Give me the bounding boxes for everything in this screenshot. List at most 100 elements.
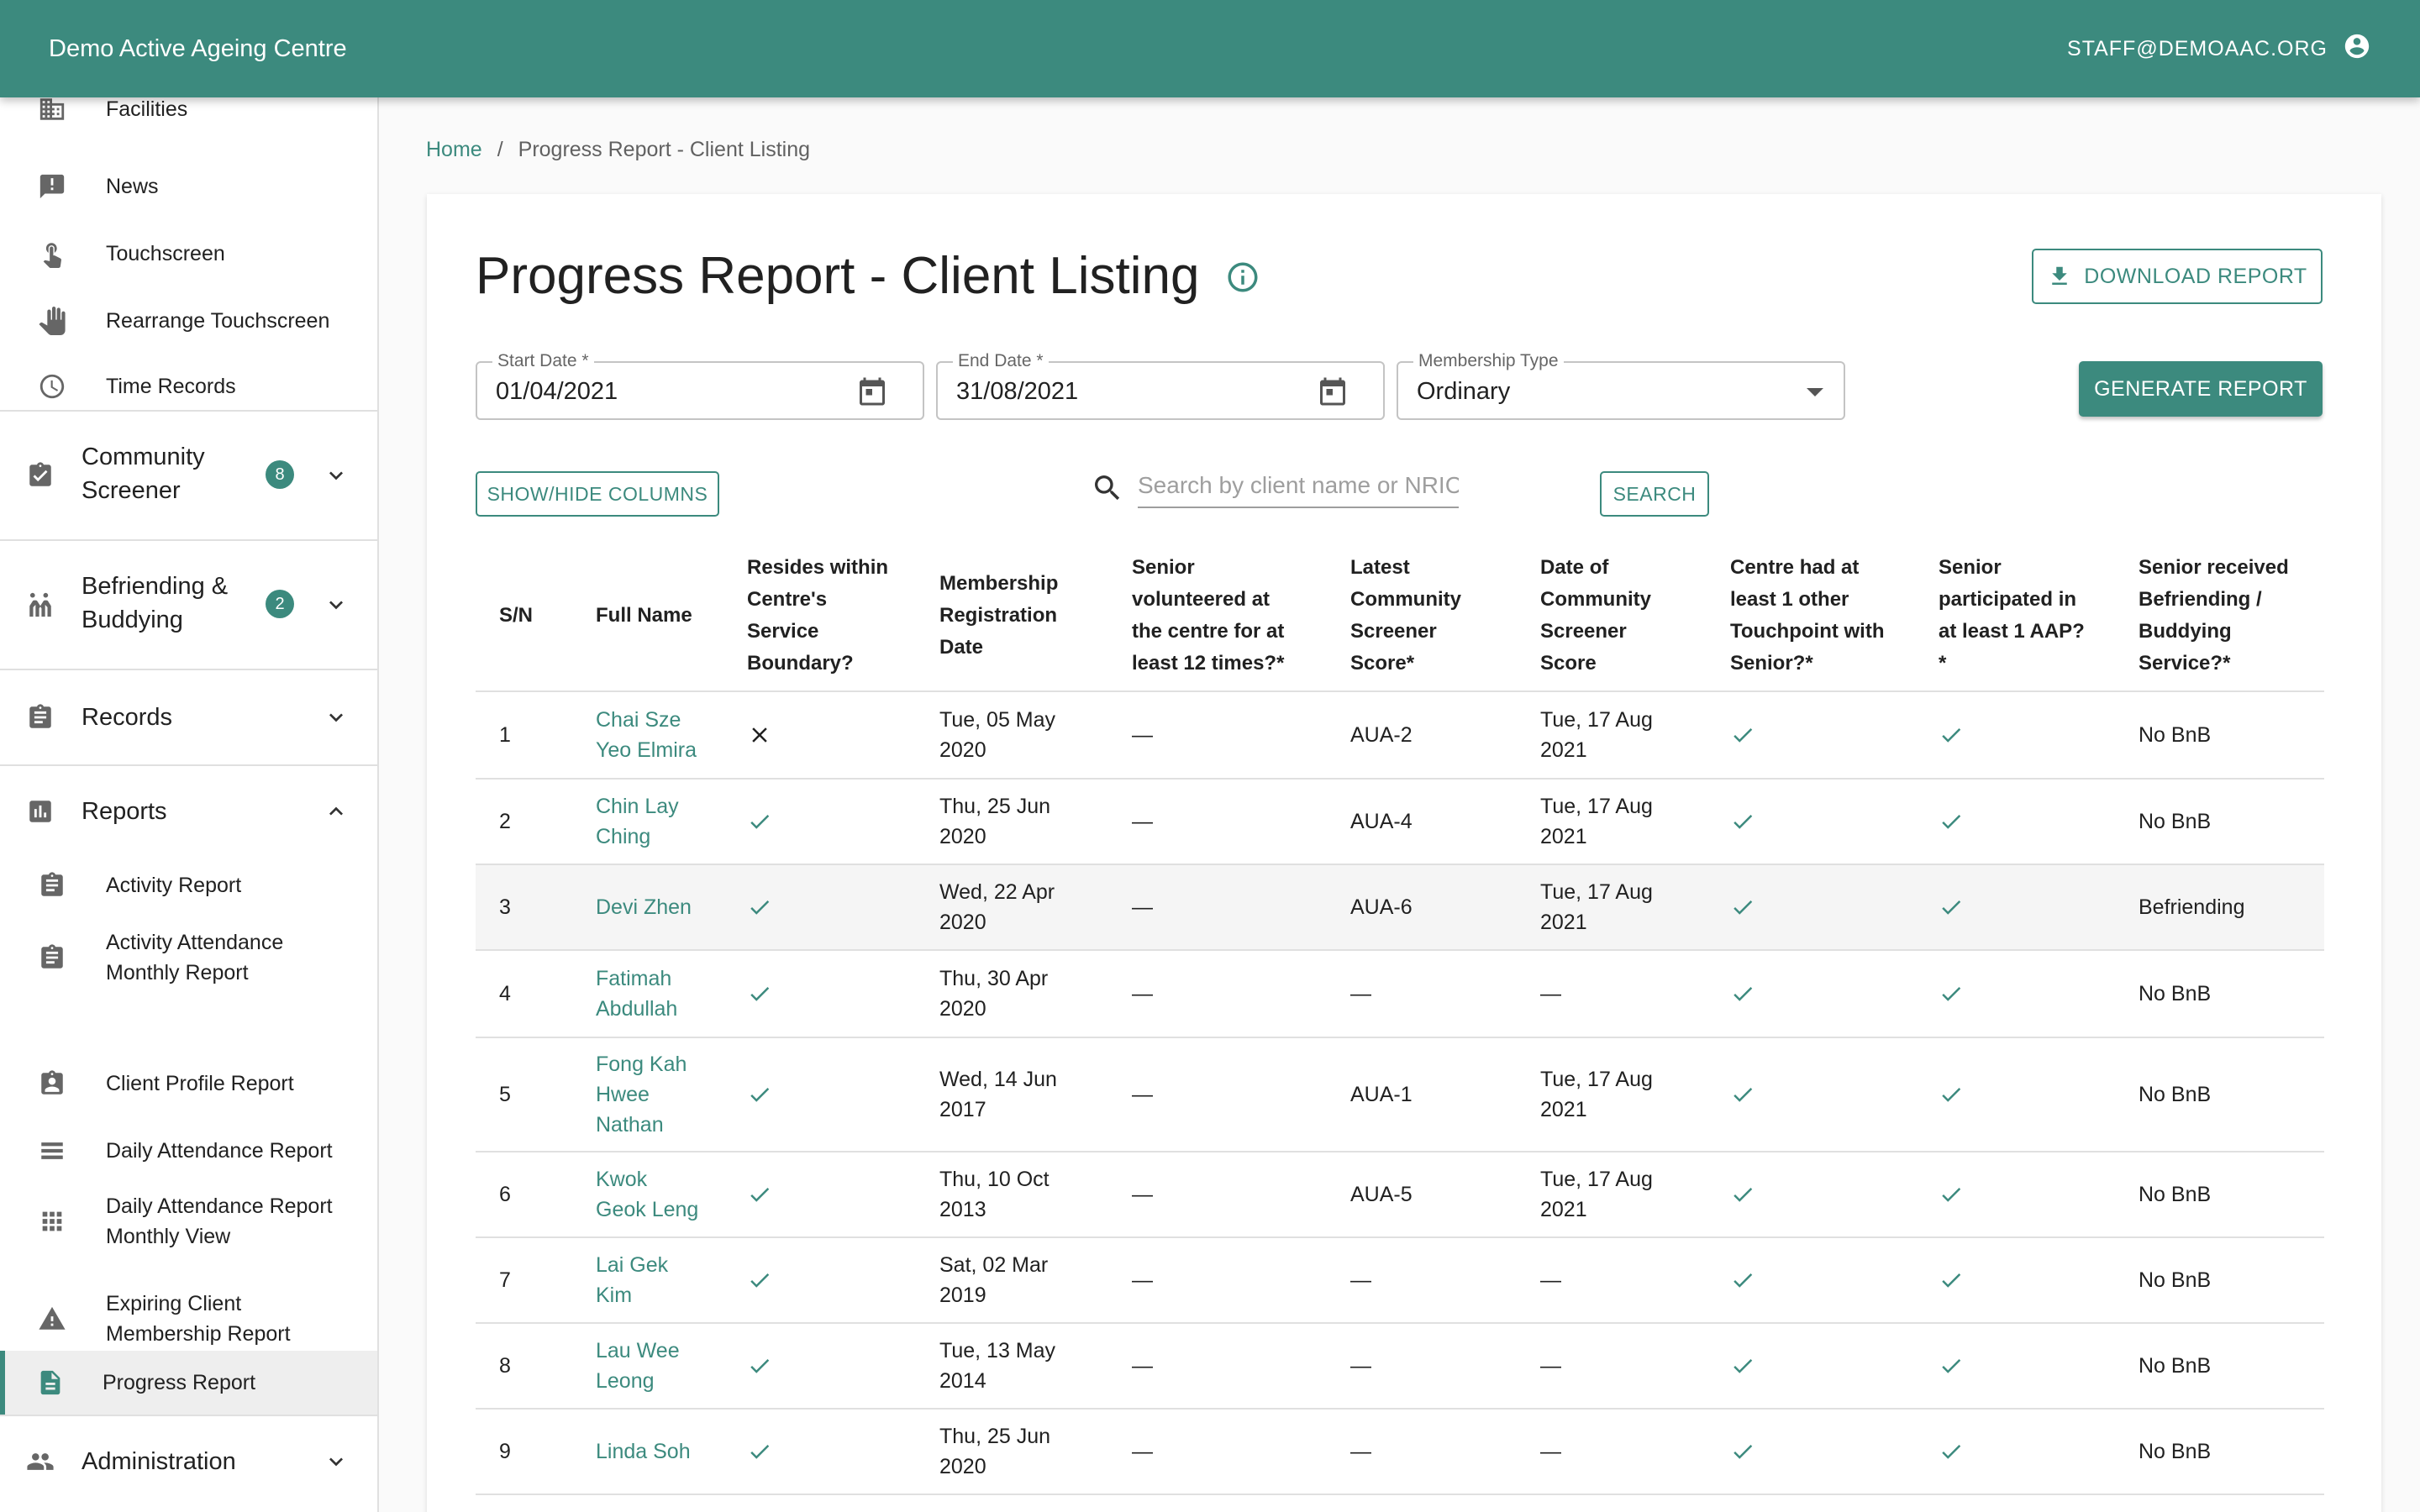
client-name-link[interactable]: Lai Gek Kim	[596, 1238, 668, 1322]
cell-volunteered: —	[1132, 1354, 1153, 1378]
sidebar-item-label: Time Records	[106, 375, 236, 398]
sidebar-item-label: Facilities	[106, 97, 188, 121]
cell-bnb: No BnB	[2139, 982, 2212, 1005]
table-row[interactable]: 1 Chai Sze Yeo Elmira Tue, 05 May 2020 — AUA-2…	[476, 692, 2324, 780]
cell-sn: 2	[499, 810, 511, 833]
table-row[interactable]: 6 Kwok Geok Leng Thu, 10 Oct 2013 — AUA-5 Tue, …	[476, 1152, 2324, 1238]
table-row[interactable]: 2 Chin Lay Ching Thu, 25 Jun 2020 — AUA-4 Tue, …	[476, 780, 2324, 865]
cell-volunteered: —	[1132, 1183, 1153, 1206]
sidebar-item-rearrange-touchscreen[interactable]: Rearrange Touchscreen	[0, 294, 377, 348]
sidebar-item-touchscreen[interactable]: Touchscreen	[0, 227, 377, 281]
check-icon	[1939, 1038, 1964, 1151]
column-header-sn[interactable]: S/N	[499, 538, 533, 692]
end-date-field[interactable]: End Date * 31/08/2021	[936, 351, 1385, 420]
cell-screener-date: —	[1540, 1354, 1561, 1378]
cell-sn: 8	[499, 1354, 511, 1378]
client-name-link[interactable]: Lau Wee Leong	[596, 1324, 680, 1408]
grid-icon	[37, 1206, 67, 1236]
check-icon	[747, 780, 772, 864]
table-row[interactable]: 7 Lai Gek Kim Sat, 02 Mar 2019 — — — No BnB	[476, 1238, 2324, 1324]
column-header-full-name[interactable]: Full Name	[596, 538, 692, 692]
sidebar-item-progress-report[interactable]: Progress Report	[0, 1351, 377, 1415]
membership-type-select[interactable]: Membership Type Ordinary	[1397, 351, 1845, 420]
column-header-bnb[interactable]: Senior received Befriending / Buddying Serv…	[2139, 538, 2289, 692]
table-row[interactable]: 9 Linda Soh Thu, 25 Jun 2020 — — — No BnB	[476, 1410, 2324, 1495]
breadcrumb-home-link[interactable]: Home	[426, 138, 482, 162]
client-name-link[interactable]: Chai Sze Yeo Elmira	[596, 692, 697, 778]
cell-sn: 3	[499, 895, 511, 919]
check-icon	[1730, 1038, 1755, 1151]
sidebar-section-records[interactable]: Records	[0, 670, 377, 764]
sidebar-item-client-profile-report[interactable]: Client Profile Report	[0, 1057, 377, 1110]
people-walking-icon	[25, 590, 55, 620]
sidebar-item-label: Progress Report	[103, 1371, 256, 1394]
table-row[interactable]: 8 Lau Wee Leong Tue, 13 May 2014 — — — No BnB	[476, 1324, 2324, 1410]
sidebar-item-activity-attendance-monthly[interactable]: Activity Attendance Monthly Report	[0, 922, 377, 993]
show-hide-columns-button[interactable]: SHOW/HIDE COLUMNS	[476, 471, 719, 517]
cell-volunteered: —	[1132, 810, 1153, 833]
sidebar-section-befriending[interactable]: Befriending & Buddying 2	[0, 541, 377, 669]
warning-icon	[37, 1304, 67, 1334]
sidebar-item-daily-attendance-monthly-view[interactable]: Daily Attendance Report Monthly View	[0, 1186, 377, 1257]
column-header-resides[interactable]: Resides within Centre's Service Boundary?	[747, 538, 888, 692]
sidebar-item-activity-report[interactable]: Activity Report	[0, 858, 377, 912]
close-icon	[747, 692, 772, 778]
search-input[interactable]	[1138, 465, 1459, 508]
client-name-link[interactable]: Devi Zhen	[596, 865, 692, 949]
breadcrumb: Home / Progress Report - Client Listing	[426, 138, 810, 162]
cell-registration-date: Thu, 25 Jun 2020	[939, 1425, 1051, 1478]
search-button[interactable]: SEARCH	[1600, 471, 1709, 517]
end-date-value: 31/08/2021	[956, 378, 1079, 405]
sidebar-item-facilities[interactable]: Facilities	[0, 97, 377, 123]
sidebar-item-label: Client Profile Report	[106, 1072, 294, 1095]
cell-volunteered: —	[1132, 1440, 1153, 1463]
calendar-icon[interactable]	[1318, 376, 1348, 407]
check-icon	[1730, 780, 1755, 864]
column-header-volunteered[interactable]: Senior volunteered at the centre for at lea…	[1132, 538, 1284, 692]
calendar-icon[interactable]	[857, 376, 887, 407]
cell-bnb: Befriending	[2139, 895, 2245, 919]
people-icon	[25, 1446, 55, 1477]
cell-bnb: No BnB	[2139, 810, 2212, 833]
cell-screener-date: Tue, 17 Aug 2021	[1540, 1068, 1653, 1121]
column-header-screener-score[interactable]: Latest Community Screener Score*	[1350, 538, 1461, 692]
check-icon	[747, 865, 772, 949]
sidebar-item-news[interactable]: News	[0, 160, 377, 213]
user-menu[interactable]: STAFF@DEMOAAC.ORG	[2067, 32, 2371, 66]
sidebar-item-label: Rearrange Touchscreen	[106, 309, 330, 333]
generate-report-button[interactable]: GENERATE REPORT	[2079, 361, 2323, 417]
bar-chart-icon	[25, 796, 55, 827]
column-header-touchpoint[interactable]: Centre had at least 1 other Touchpoint wit…	[1730, 538, 1885, 692]
cell-registration-date: Tue, 13 May 2014	[939, 1339, 1056, 1393]
client-name-link[interactable]: Linda Soh	[596, 1410, 691, 1494]
cell-registration-date: Tue, 05 May 2020	[939, 708, 1056, 762]
start-date-field[interactable]: Start Date * 01/04/2021	[476, 351, 924, 420]
client-name-link[interactable]: Fong Kah Hwee Nathan	[596, 1038, 687, 1151]
column-header-registration-date[interactable]: Membership Registration Date	[939, 538, 1058, 692]
sidebar-section-community-screener[interactable]: Community Screener 8	[0, 412, 377, 539]
sidebar-item-time-records[interactable]: Time Records	[0, 360, 377, 413]
cell-bnb: No BnB	[2139, 1183, 2212, 1206]
sidebar-section-administration[interactable]: Administration	[0, 1416, 377, 1509]
chevron-down-icon	[323, 591, 350, 618]
table-row[interactable]: 4 Fatimah Abdullah Thu, 30 Apr 2020 — — — No BnB	[476, 951, 2324, 1038]
download-report-button[interactable]: DOWNLOAD REPORT	[2032, 249, 2323, 304]
user-email: STAFF@DEMOAAC.ORG	[2067, 36, 2328, 60]
cell-bnb: No BnB	[2139, 723, 2212, 747]
membership-type-label: Membership Type	[1413, 351, 1564, 371]
client-name-link[interactable]: Kwok Geok Leng	[596, 1152, 698, 1236]
client-name-link[interactable]: Chin Lay Ching	[596, 780, 679, 864]
column-header-aap[interactable]: Senior participated in at least 1 AAP? *	[1939, 538, 2085, 692]
sidebar-item-daily-attendance-report[interactable]: Daily Attendance Report	[0, 1124, 377, 1178]
dropdown-arrow-icon	[1807, 388, 1823, 396]
table-row[interactable]: 3 Devi Zhen Wed, 22 Apr 2020 — AUA-6 Tue, 17 A…	[476, 865, 2324, 951]
cell-registration-date: Thu, 30 Apr 2020	[939, 967, 1049, 1021]
sidebar-section-reports[interactable]: Reports	[0, 766, 377, 858]
check-icon	[1939, 951, 1964, 1037]
column-header-screener-date[interactable]: Date of Community Screener Score	[1540, 538, 1651, 692]
client-name-link[interactable]: Fatimah Abdullah	[596, 951, 677, 1037]
check-icon	[1939, 865, 1964, 949]
sidebar-item-expiring-membership[interactable]: Expiring Client Membership Report	[0, 1284, 377, 1354]
table-row[interactable]: 5 Fong Kah Hwee Nathan Wed, 14 Jun 2017 — AUA-1…	[476, 1038, 2324, 1152]
info-icon[interactable]	[1225, 260, 1260, 295]
